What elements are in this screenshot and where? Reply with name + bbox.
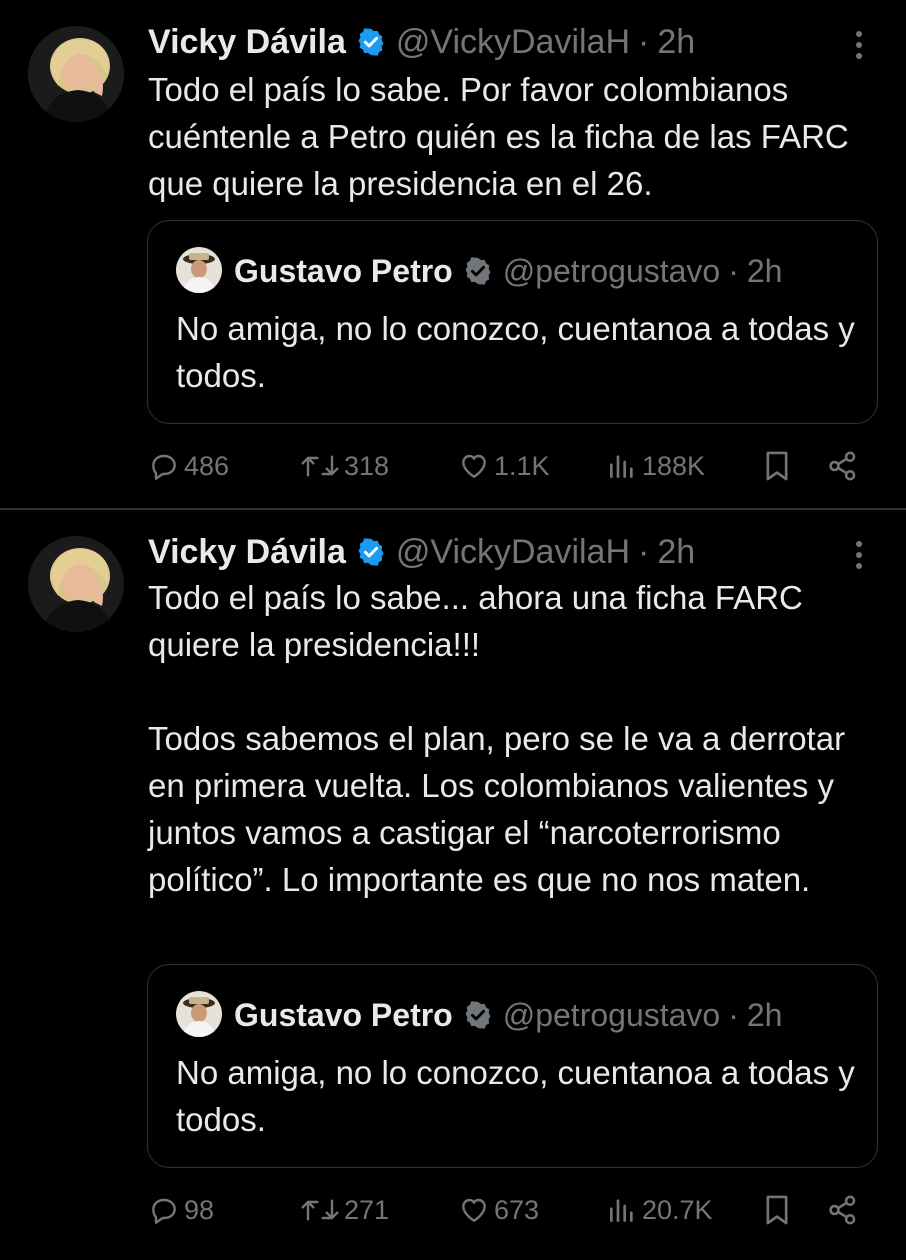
reply-count: 98 bbox=[184, 1194, 215, 1225]
repost-count: 271 bbox=[344, 1194, 390, 1225]
verified-badge-icon bbox=[463, 256, 493, 286]
like-icon bbox=[462, 454, 486, 478]
action-bar: 98 271 673 20.7K bbox=[148, 1190, 888, 1230]
quoted-author-handle[interactable]: @petrogustavo bbox=[503, 253, 721, 290]
repost-icon bbox=[301, 455, 339, 477]
bookmark-icon bbox=[766, 1195, 788, 1225]
author-name[interactable]: Vicky Dávila bbox=[148, 533, 346, 572]
tweet[interactable]: Vicky Dávila @VickyDavilaH · 2h Todo el … bbox=[0, 510, 906, 1260]
quoted-tweet[interactable]: Gustavo Petro @petrogustavo · 2h No amig… bbox=[147, 220, 878, 424]
quoted-author-name[interactable]: Gustavo Petro bbox=[234, 997, 453, 1034]
share-icon bbox=[829, 451, 856, 481]
share-icon bbox=[829, 1195, 856, 1225]
like-icon bbox=[462, 1198, 486, 1222]
timestamp[interactable]: 2h bbox=[657, 533, 695, 572]
views-button[interactable]: 188K bbox=[606, 446, 705, 486]
tweet-text: Todo el país lo sabe... ahora una ficha … bbox=[148, 579, 846, 898]
separator: · bbox=[728, 996, 739, 1033]
views-icon bbox=[610, 1199, 633, 1222]
separator: · bbox=[638, 532, 650, 571]
timestamp[interactable]: 2h bbox=[657, 23, 695, 62]
tweet-text: Todo el país lo sabe. Por favor colombia… bbox=[148, 71, 849, 202]
quoted-avatar[interactable] bbox=[176, 991, 222, 1037]
more-options-icon[interactable] bbox=[848, 538, 870, 572]
share-button[interactable] bbox=[826, 446, 860, 486]
like-button[interactable]: 673 bbox=[458, 1190, 539, 1230]
like-button[interactable]: 1.1K bbox=[458, 446, 550, 486]
quoted-text: No amiga, no lo conozco, cuentanoa a tod… bbox=[176, 1054, 855, 1138]
avatar-image bbox=[28, 26, 124, 122]
share-button[interactable] bbox=[826, 1190, 860, 1230]
bookmark-button[interactable] bbox=[762, 1190, 792, 1230]
reply-button[interactable]: 486 bbox=[148, 446, 229, 486]
quoted-author-name[interactable]: Gustavo Petro bbox=[234, 253, 453, 290]
avatar[interactable] bbox=[28, 536, 124, 632]
author-handle[interactable]: @VickyDavilaH bbox=[396, 23, 630, 62]
quoted-header: Gustavo Petro @petrogustavo · 2h bbox=[234, 993, 782, 1037]
bookmark-icon bbox=[766, 451, 788, 481]
quoted-tweet[interactable]: Gustavo Petro @petrogustavo · 2h No amig… bbox=[147, 964, 878, 1168]
like-count: 673 bbox=[494, 1194, 540, 1225]
tweet[interactable]: Vicky Dávila @VickyDavilaH · 2h Todo el … bbox=[0, 0, 906, 508]
separator: · bbox=[728, 252, 739, 289]
verified-badge-icon bbox=[356, 537, 386, 567]
repost-button[interactable]: 271 bbox=[300, 1190, 389, 1230]
quoted-timestamp[interactable]: 2h bbox=[747, 997, 783, 1034]
more-options-icon[interactable] bbox=[848, 28, 870, 62]
tweet-header: Vicky Dávila @VickyDavilaH · 2h bbox=[148, 20, 695, 64]
quoted-avatar-image bbox=[176, 991, 222, 1037]
reply-button[interactable]: 98 bbox=[148, 1190, 214, 1230]
avatar-image bbox=[28, 536, 124, 632]
quoted-author-handle[interactable]: @petrogustavo bbox=[503, 997, 721, 1034]
repost-icon bbox=[301, 1199, 339, 1221]
quoted-avatar-image bbox=[176, 247, 222, 293]
views-icon bbox=[610, 455, 633, 478]
author-name[interactable]: Vicky Dávila bbox=[148, 23, 346, 62]
verified-badge-icon bbox=[356, 27, 386, 57]
like-count: 1.1K bbox=[494, 450, 550, 481]
quoted-avatar[interactable] bbox=[176, 247, 222, 293]
repost-button[interactable]: 318 bbox=[300, 446, 389, 486]
repost-count: 318 bbox=[344, 450, 390, 481]
quoted-text: No amiga, no lo conozco, cuentanoa a tod… bbox=[176, 310, 855, 394]
reply-count: 486 bbox=[184, 450, 230, 481]
reply-icon bbox=[152, 454, 176, 480]
quoted-timestamp[interactable]: 2h bbox=[747, 253, 783, 290]
author-handle[interactable]: @VickyDavilaH bbox=[396, 533, 630, 572]
views-count: 188K bbox=[642, 450, 706, 481]
bookmark-button[interactable] bbox=[762, 446, 792, 486]
views-button[interactable]: 20.7K bbox=[606, 1190, 713, 1230]
views-count: 20.7K bbox=[642, 1194, 713, 1225]
quoted-header: Gustavo Petro @petrogustavo · 2h bbox=[234, 249, 782, 293]
reply-icon bbox=[152, 1198, 176, 1224]
separator: · bbox=[638, 22, 650, 61]
avatar[interactable] bbox=[28, 26, 124, 122]
verified-badge-icon bbox=[463, 1000, 493, 1030]
action-bar: 486 318 1.1K 188K bbox=[148, 446, 888, 486]
tweet-header: Vicky Dávila @VickyDavilaH · 2h bbox=[148, 530, 695, 574]
